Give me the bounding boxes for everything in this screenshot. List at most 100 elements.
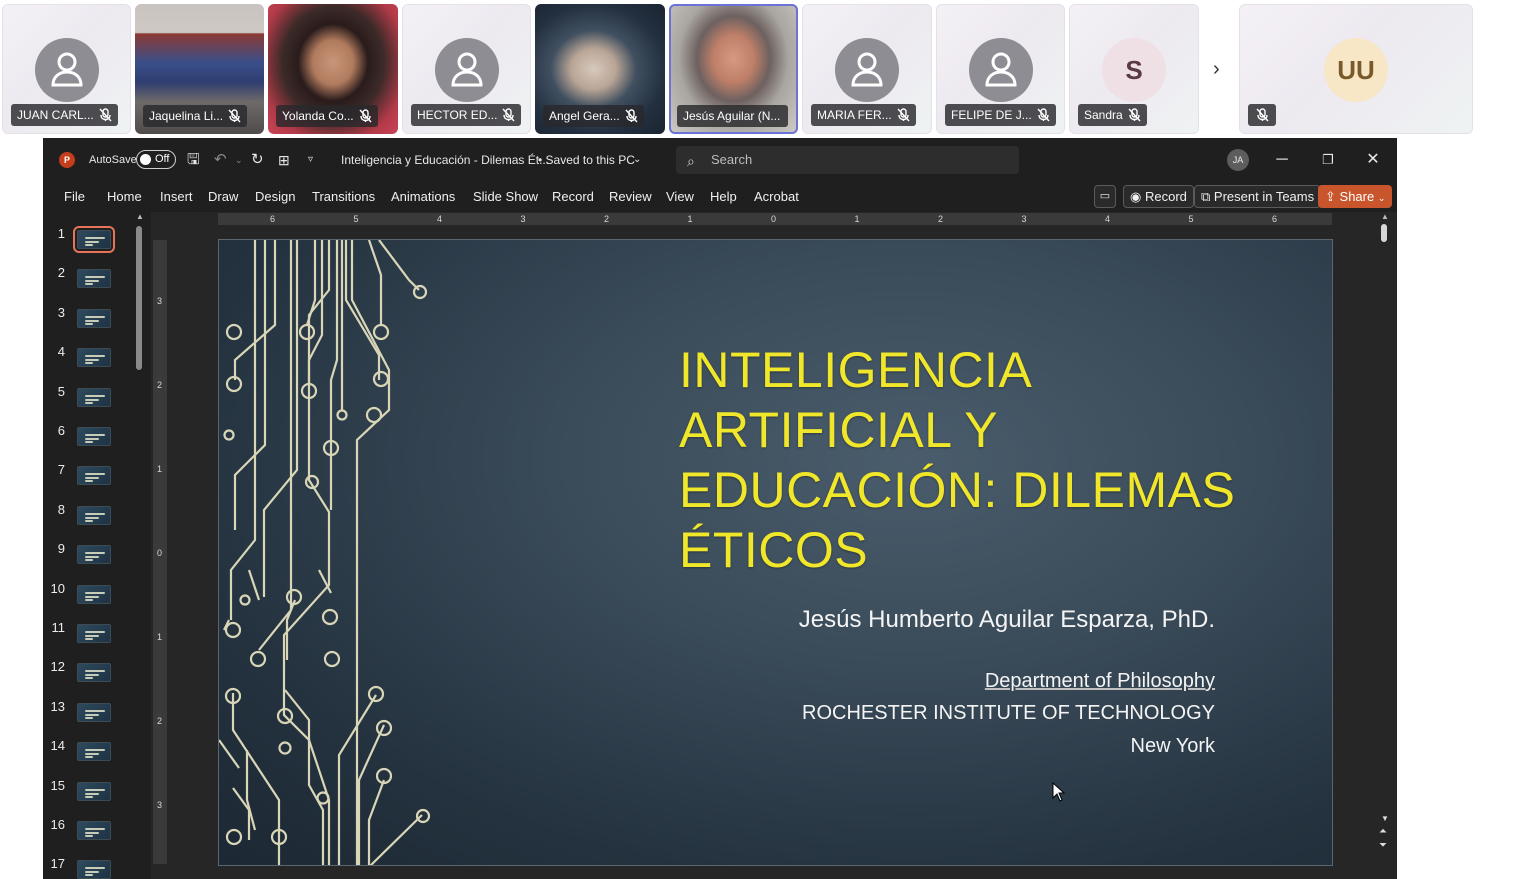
- participant-video[interactable]: Yolanda Co...: [268, 4, 398, 134]
- participant-tile[interactable]: S Sandra: [1069, 4, 1199, 134]
- thumbnail-text-line: [85, 709, 105, 712]
- powerpoint-logo-icon: P: [59, 152, 75, 168]
- slide-thumbnail[interactable]: [77, 427, 111, 446]
- slide-thumbnail[interactable]: [77, 348, 111, 368]
- tab-acrobat[interactable]: Acrobat: [754, 182, 799, 212]
- slide-thumbnail[interactable]: [77, 505, 111, 525]
- thumbnail-number: 15: [50, 777, 65, 793]
- ruler-number: 1: [157, 464, 163, 474]
- participant-video[interactable]: Jaquelina Li...: [135, 4, 264, 134]
- tab-file[interactable]: File: [64, 182, 85, 212]
- comment-icon: ▭: [1099, 190, 1111, 202]
- slide-author[interactable]: Jesús Humberto Aguilar Esparza, PhD.: [799, 606, 1215, 634]
- close-icon[interactable]: ✕: [1350, 138, 1396, 182]
- tab-draw[interactable]: Draw: [208, 182, 238, 212]
- customize-toolbar-icon[interactable]: ▿: [308, 138, 313, 182]
- slide-thumbnail-pane[interactable]: 1 2 3 4 5 6 7 8 9 10 11 12 13 14 15 16 17 ▲: [43, 212, 151, 879]
- thumbnail-text-line: [85, 716, 93, 719]
- chevron-down-icon[interactable]: ⌄: [633, 138, 641, 182]
- slide-city[interactable]: New York: [1131, 735, 1216, 758]
- slide-thumbnail[interactable]: [77, 545, 111, 565]
- slide-thumbnail[interactable]: [77, 308, 111, 328]
- tab-home[interactable]: Home: [107, 182, 142, 212]
- thumbnail-text-line: [85, 322, 93, 325]
- slide-thumbnail[interactable]: [77, 663, 111, 683]
- slide-thumbnail[interactable]: [77, 624, 111, 643]
- participant-video-active-speaker[interactable]: Jesús Aguilar (N...: [669, 4, 798, 134]
- thumbnail-scrollbar[interactable]: [136, 226, 142, 370]
- slide-thumbnail[interactable]: [77, 821, 111, 840]
- participant-tile[interactable]: MARIA FER...: [802, 4, 932, 134]
- slide-thumbnail[interactable]: [77, 269, 111, 289]
- restore-icon[interactable]: ❐: [1305, 138, 1351, 182]
- slide-scrollbar[interactable]: [1381, 224, 1387, 242]
- minimize-icon[interactable]: ─: [1259, 138, 1305, 182]
- record-label: Record: [1144, 189, 1187, 204]
- tab-animations[interactable]: Animations: [391, 182, 455, 212]
- slide-thumbnail[interactable]: [77, 742, 111, 762]
- search-placeholder: Search: [711, 152, 753, 167]
- record-button[interactable]: ◉ Record: [1123, 185, 1194, 208]
- tab-help[interactable]: Help: [710, 182, 737, 212]
- previous-slide-icon[interactable]: ⏶: [1379, 826, 1387, 837]
- scroll-down-icon[interactable]: ▼: [1381, 814, 1389, 823]
- autosave-state: Off: [155, 153, 170, 165]
- slide-thumbnail[interactable]: [77, 702, 111, 722]
- slide-thumbnail[interactable]: [77, 466, 111, 486]
- vertical-ruler: 3 2 1 0 1 2 3: [153, 240, 167, 864]
- tab-review[interactable]: Review: [609, 182, 652, 212]
- participant-tile[interactable]: FELIPE DE J...: [936, 4, 1065, 134]
- tab-transitions[interactable]: Transitions: [312, 182, 375, 212]
- tab-insert[interactable]: Insert: [160, 182, 193, 212]
- tab-design[interactable]: Design: [255, 182, 295, 212]
- undo-icon[interactable]: ↶: [214, 138, 227, 182]
- thumbnail-text-line: [85, 867, 105, 870]
- ruler-number: 4: [1105, 214, 1111, 224]
- autosave-toggle[interactable]: Off: [136, 150, 176, 169]
- tab-slide-show[interactable]: Slide Show: [473, 182, 538, 212]
- thumbnail-text-line: [85, 753, 99, 756]
- slide-canvas[interactable]: INTELIGENCIA ARTIFICIAL Y EDUCACIÓN: DIL…: [218, 239, 1333, 866]
- participant-tile[interactable]: HECTOR ED...: [402, 4, 531, 134]
- slide-thumbnail[interactable]: [77, 584, 111, 604]
- thumbnail-number: 12: [50, 659, 65, 675]
- redo-icon[interactable]: ↻: [251, 138, 264, 182]
- participant-tile[interactable]: UU: [1239, 4, 1473, 134]
- participant-name: Jaquelina Li...: [143, 105, 248, 127]
- save-status[interactable]: • Saved to this PC: [538, 138, 635, 182]
- slide-institution[interactable]: ROCHESTER INSTITUTE OF TECHNOLOGY: [802, 702, 1215, 725]
- undo-dropdown-icon[interactable]: ⌄: [235, 138, 243, 182]
- thumbnail-text-line: [85, 241, 99, 243]
- save-icon[interactable]: 🖫: [187, 138, 200, 182]
- account-avatar[interactable]: JA: [1227, 149, 1249, 171]
- slide-thumbnail[interactable]: [77, 860, 111, 879]
- start-from-beginning-icon[interactable]: ⊞: [278, 138, 290, 182]
- thumbnail-text-line: [85, 635, 99, 637]
- scroll-up-icon[interactable]: ▲: [1381, 212, 1389, 221]
- document-title[interactable]: Inteligencia y Educación - Dilemas Ét...: [341, 138, 549, 182]
- mic-off-icon: [1128, 108, 1141, 122]
- more-participants-button[interactable]: ›: [1202, 4, 1236, 134]
- tab-view[interactable]: View: [666, 182, 694, 212]
- participant-tile[interactable]: JUAN CARL...: [2, 4, 131, 134]
- tab-record[interactable]: Record: [552, 182, 594, 212]
- slide-thumbnail[interactable]: [77, 387, 111, 407]
- scroll-up-icon[interactable]: ▲: [136, 212, 144, 221]
- slide-thumbnail[interactable]: [73, 226, 115, 253]
- share-label: Share: [1339, 189, 1375, 204]
- present-in-teams-button[interactable]: ⧉ Present in Teams: [1194, 185, 1322, 208]
- participant-name: Jesús Aguilar (N...: [677, 105, 789, 127]
- slide-title[interactable]: INTELIGENCIA ARTIFICIAL Y EDUCACIÓN: DIL…: [679, 340, 1279, 580]
- thumbnail-text-line: [85, 516, 99, 519]
- thumbnail-text-line: [85, 749, 105, 752]
- search-input[interactable]: ⌕ Search: [676, 146, 1019, 174]
- thumbnail-text-line: [85, 670, 105, 673]
- comments-button[interactable]: ▭: [1094, 185, 1116, 208]
- next-slide-icon[interactable]: ⏷: [1379, 840, 1387, 851]
- present-label: Present in Teams: [1213, 189, 1315, 204]
- slide-department[interactable]: Department of Philosophy: [985, 670, 1215, 693]
- share-button[interactable]: ⇪ Share ⌄: [1318, 185, 1393, 208]
- slide-thumbnail[interactable]: [77, 781, 111, 801]
- participant-video[interactable]: Angel Gera...: [535, 4, 665, 134]
- teams-icon: ⧉: [1201, 189, 1211, 204]
